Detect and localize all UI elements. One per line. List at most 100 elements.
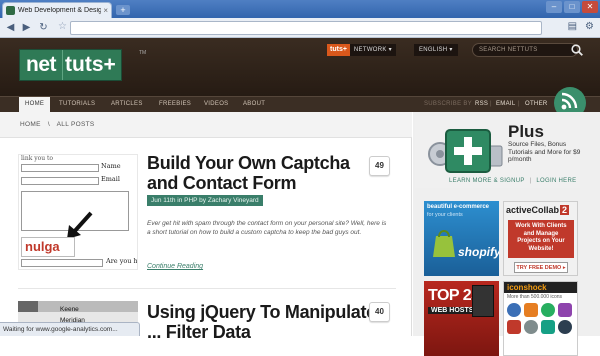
plus-links: LEARN MORE & SIGNUP | LOGIN HERE — [449, 178, 576, 184]
thumb-name-field — [21, 164, 99, 172]
plus-title: Plus — [508, 122, 544, 141]
site-favicon-icon — [6, 6, 15, 15]
language-menu[interactable]: ENGLISH ▾ — [414, 44, 458, 56]
nav-separator: | — [518, 101, 520, 107]
post-meta: Jun 11th in PHP by Zachary Vineyard — [147, 195, 263, 206]
shopify-ad[interactable]: beautiful e-commerce for your clients sh… — [424, 201, 499, 276]
nav-separator: | — [490, 101, 492, 107]
sample-icon — [541, 320, 555, 334]
iconshock-sub: More than 500.000 icons — [507, 294, 563, 300]
sample-icon — [541, 303, 555, 317]
plus-description: Source Files, Bonus Tutorials and More f… — [508, 141, 581, 163]
top25-subtitle: WEB HOSTS — [428, 307, 477, 314]
breadcrumb-current: ALL POSTS — [56, 121, 95, 128]
maximize-icon[interactable]: □ — [564, 1, 580, 13]
sample-icon — [524, 320, 538, 334]
minimize-icon[interactable]: – — [546, 1, 562, 13]
bookmark-star-icon[interactable]: ☆ — [58, 21, 67, 32]
try-demo-button[interactable]: TRY FREE DEMO ▸ — [514, 262, 568, 273]
post-title-line: and Contact Form — [147, 173, 297, 193]
breadcrumb-separator: \ — [47, 121, 50, 128]
nav-about[interactable]: ABOUT — [243, 97, 265, 112]
browser-status-bar: Waiting for www.google-analytics.com... — [0, 322, 140, 336]
sample-icon — [524, 303, 538, 317]
thumb-human-field — [21, 259, 103, 267]
thumb-top-text: link you to — [21, 155, 54, 162]
sample-icon — [558, 320, 572, 334]
post-title[interactable]: Using jQuery To Manipulate ... Filter Da… — [147, 302, 376, 342]
activecollab-logo: activeCollab 2 — [506, 205, 570, 215]
page-menu-icon[interactable]: ▤ — [568, 21, 577, 32]
site-header: net tuts+ TM tuts+ NETWORK ▾ ENGLISH ▾ S… — [0, 38, 600, 96]
link-separator: | — [529, 178, 532, 184]
post-title-line: ... Filter Data — [147, 322, 251, 342]
browser-toolbar: ◀ ▶ ↻ ☆ ▤ ⚙ — [0, 18, 600, 38]
tab-title: Web Development & Design — [18, 7, 102, 14]
address-bar[interactable] — [70, 21, 542, 35]
forward-icon[interactable]: ▶ — [20, 21, 33, 34]
reload-icon[interactable]: ↻ — [37, 21, 50, 34]
iconshock-ad[interactable]: iconshock More than 500.000 icons — [503, 281, 578, 356]
search-input[interactable]: SEARCH NETTUTS — [472, 43, 578, 57]
subscribe-other[interactable]: OTHER — [525, 97, 548, 112]
browser-tab[interactable]: Web Development & Design × — [2, 2, 112, 18]
activecollab-ad[interactable]: activeCollab 2 Work With Clients and Mana… — [503, 201, 578, 276]
subscribe-email[interactable]: EMAIL — [496, 97, 516, 112]
comment-count-badge[interactable]: 49 — [369, 156, 390, 176]
plus-toolbox-icon[interactable] — [428, 124, 506, 174]
network-menu[interactable]: tuts+ NETWORK ▾ — [327, 44, 396, 56]
icon-samples — [507, 303, 572, 317]
post-title-line: Using jQuery To Manipulate — [147, 302, 376, 322]
activecollab-version: 2 — [560, 205, 570, 215]
thumb-email-label: Email — [101, 175, 120, 183]
search-icon[interactable] — [571, 44, 583, 56]
thumb-name-label: Name — [101, 162, 121, 170]
activecollab-text: Work With Clients and Manage Projects on… — [508, 220, 574, 258]
network-label: NETWORK ▾ — [349, 44, 396, 56]
sample-icon — [558, 303, 572, 317]
post-title-line: Build Your Own Captcha — [147, 153, 350, 173]
top25-ad[interactable]: TOP 25 WEB HOSTS — [424, 281, 499, 356]
breadcrumb-home[interactable]: HOME — [20, 121, 41, 128]
comment-count-badge[interactable]: 40 — [369, 302, 390, 322]
logo-trademark: TM — [139, 50, 147, 56]
continue-reading-link[interactable]: Continue Reading — [147, 263, 203, 270]
shopify-logo: shopify — [458, 245, 499, 259]
sample-icon — [507, 320, 521, 334]
nav-videos[interactable]: VIDEOS — [204, 97, 228, 112]
breadcrumb: HOME \ ALL POSTS — [0, 112, 412, 138]
main-nav: HOME TUTORIALS ARTICLES FREEBIES VIDEOS … — [0, 96, 600, 112]
icon-samples — [507, 320, 572, 334]
logo-net: net — [20, 50, 62, 80]
shopify-sub: for your clients — [427, 212, 463, 218]
window-controls: – □ ✕ — [546, 1, 598, 13]
wrench-icon[interactable]: ⚙ — [585, 21, 594, 32]
close-window-icon[interactable]: ✕ — [582, 1, 598, 13]
sample-icon — [507, 303, 521, 317]
thumb-row-text: Keene — [60, 306, 79, 313]
post-divider — [18, 288, 396, 289]
subscribe-label: SUBSCRIBE BY — [424, 101, 472, 107]
post-title[interactable]: Build Your Own Captcha and Contact Form — [147, 153, 350, 193]
new-tab-button[interactable]: + — [116, 5, 130, 15]
nav-tutorials[interactable]: TUTORIALS — [59, 97, 95, 112]
subscribe-rss[interactable]: RSS — [475, 97, 488, 112]
activecollab-brand: activeCollab — [506, 205, 560, 215]
nav-home[interactable]: HOME — [19, 97, 51, 112]
browser-tab-strip: Web Development & Design × + – □ ✕ — [0, 0, 600, 18]
learn-more-link[interactable]: LEARN MORE & SIGNUP — [449, 178, 525, 184]
back-icon[interactable]: ◀ — [4, 21, 17, 34]
captcha-image: nulga — [21, 237, 75, 257]
nav-freebies[interactable]: FREEBIES — [159, 97, 191, 112]
iconshock-logo: iconshock — [504, 282, 577, 293]
server-icon — [472, 285, 494, 317]
thumb-human-label: Are you hu — [106, 257, 138, 265]
site-logo[interactable]: net tuts+ — [19, 49, 122, 81]
rss-feed-icon[interactable] — [553, 86, 587, 112]
tab-close-icon[interactable]: × — [103, 6, 108, 15]
post-thumbnail[interactable]: link you to Name Email nulga Are you hu — [18, 154, 138, 270]
shopify-headline: beautiful e-commerce — [427, 204, 490, 210]
network-logo: tuts+ — [327, 44, 350, 56]
login-link[interactable]: LOGIN HERE — [536, 178, 576, 184]
nav-articles[interactable]: ARTICLES — [111, 97, 143, 112]
